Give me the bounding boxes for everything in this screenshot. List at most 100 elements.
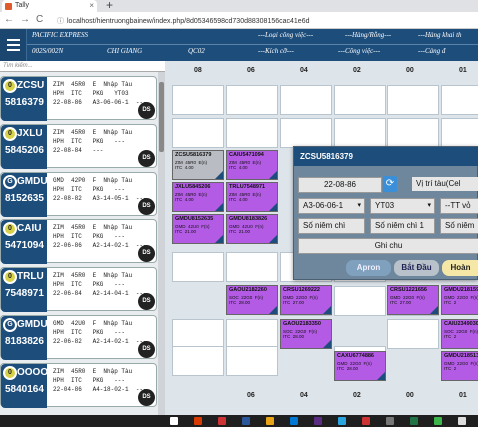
empty-slot[interactable]	[226, 252, 278, 282]
empty-slot[interactable]	[334, 85, 386, 115]
date-field[interactable]: 22-08-86	[298, 177, 382, 193]
empty-slot[interactable]	[172, 346, 224, 376]
container-bay[interactable]: CAIU5471094 ZIM 45R0 E(n) ITC 4.00	[226, 150, 278, 180]
taskbar-app-icon[interactable]	[242, 417, 250, 425]
container-bay[interactable]: GAOU2183350 SOC 22G0 F(n) ITC 28.00	[280, 319, 332, 349]
tab-close-icon[interactable]: ×	[89, 0, 94, 12]
taskbar-app-icon[interactable]	[434, 417, 442, 425]
cargo-type-select[interactable]: ---Hàng/Rỗng---	[345, 31, 391, 39]
discharge-badge[interactable]: DS	[138, 389, 155, 406]
forward-icon[interactable]: →	[20, 14, 30, 25]
empty-slot[interactable]	[226, 118, 278, 148]
size-select[interactable]: ---Kích cỡ---	[258, 47, 294, 55]
container-card[interactable]: 0 CAIU 5471094 ZIM 45R0 E Nhập Tàu HPH I…	[0, 219, 157, 264]
seal-input-2[interactable]: Số niêm chì 1	[370, 218, 435, 234]
discharge-badge[interactable]: DS	[138, 293, 155, 310]
empty-slot[interactable]	[172, 252, 224, 282]
search-input[interactable]: Tìm kiếm...	[0, 61, 165, 72]
empty-slot[interactable]	[441, 85, 478, 115]
discharge-badge[interactable]: DS	[138, 102, 155, 119]
empty-slot[interactable]	[441, 118, 478, 148]
container-card[interactable]: 0 ZCSU 5816379 ZIM 45R0 E Nhập Tàu HPH I…	[0, 76, 157, 121]
empty-slot[interactable]	[226, 319, 278, 349]
container-card[interactable]: G GMDU 8152635 GMD 42P0 F Nhập Tàu HPH I…	[0, 172, 157, 217]
job-select[interactable]: ---Công việc---	[338, 47, 380, 55]
empty-slot[interactable]	[387, 319, 439, 349]
card-line-2: HPH ITC PKG ---	[53, 377, 126, 384]
container-bay[interactable]: ZCSU5816379 ZIM 45R0 E(n) ITC 4.00	[172, 150, 224, 180]
discharge-badge[interactable]: DS	[138, 150, 155, 167]
taskbar-app-icon[interactable]	[458, 417, 466, 425]
start-button[interactable]: Bắt Đầu	[394, 260, 439, 276]
empty-slot[interactable]	[387, 118, 439, 148]
taskbar-app-icon[interactable]	[314, 417, 322, 425]
url-input[interactable]: ⓘ localhost/hientruongbainew/index.php/8d…	[57, 16, 309, 26]
bay-detail: ZIM 45R0 E(n) ITC 4.00	[175, 192, 208, 202]
bay-container-id: GMDU2185135	[444, 353, 478, 359]
container-bay[interactable]: GMDU8152635 GMD 42U0 F(n) ITC 21.00	[172, 214, 224, 244]
new-tab-button[interactable]: +	[106, 0, 113, 12]
taskbar-app-icon[interactable]	[362, 417, 370, 425]
empty-slot[interactable]	[334, 286, 386, 316]
refresh-icon[interactable]: ⟳	[383, 176, 397, 192]
empty-slot[interactable]	[226, 346, 278, 376]
container-bay[interactable]: GMDU2185135 GMD 22G0 F(n) ITC 2	[441, 351, 478, 381]
seal-input-1[interactable]: Số niêm chì	[298, 218, 365, 234]
container-bay[interactable]: TRLU7548971 ZIM 45R0 E(n) ITC 4.00	[226, 182, 278, 212]
container-bay[interactable]: CAXU6774886 GMD 22G0 F(n) ITC 28.00	[334, 351, 386, 381]
note-input[interactable]: Ghi chu	[298, 238, 478, 254]
sidebar-scrollbar[interactable]	[158, 72, 165, 415]
container-bay[interactable]: GAOU2182260 SOC 22G0 F(n) ITC 28.00	[226, 285, 278, 315]
empty-slot[interactable]	[334, 118, 386, 148]
container-bay[interactable]: GMDU8183826 GMD 42U0 F(n) ITC 21.00	[226, 214, 278, 244]
seal-input-3[interactable]: Số niêm	[440, 218, 478, 234]
column-header: 06	[247, 67, 255, 74]
taskbar-app-icon[interactable]	[338, 417, 346, 425]
taskbar-app-icon[interactable]	[410, 417, 418, 425]
container-bay[interactable]: GMDU2181591 GMD 22G0 F(n) ITC 2	[441, 285, 478, 315]
taskbar-app-icon[interactable]	[194, 417, 202, 425]
column-footer: 06	[247, 392, 255, 399]
empty-slot[interactable]	[280, 85, 332, 115]
discharge-badge[interactable]: DS	[138, 245, 155, 262]
container-id-block: 0 TRLU 7548971	[1, 268, 47, 312]
empty-slot[interactable]	[172, 118, 224, 148]
container-card[interactable]: G GMDU 8183826 GMD 42U0 F Nhập Tàu HPH I…	[0, 315, 157, 360]
reload-icon[interactable]: C	[36, 14, 43, 25]
discharge-badge[interactable]: DS	[138, 198, 155, 215]
bay-detail: GMD 22G0 F(n) ITC 2	[444, 361, 478, 371]
yard-select[interactable]: YT03	[370, 198, 435, 214]
taskbar-app-icon[interactable]	[266, 417, 274, 425]
container-bay[interactable]: CRSU1269222 GMD 22G0 F(n) ITC 27.00	[280, 285, 332, 315]
container-card[interactable]: 0 TRLU 7548971 ZIM 45R0 E Nhập Tàu HPH I…	[0, 267, 157, 312]
bay-container-id: GAOU2183350	[283, 321, 321, 327]
complete-button[interactable]: Hoàn	[442, 260, 478, 276]
scrollbar-thumb[interactable]	[159, 82, 164, 152]
empty-slot[interactable]	[280, 118, 332, 148]
container-bay[interactable]: JXLU5845206 ZIM 45R0 E(n) ITC 4.00	[172, 182, 224, 212]
port-select[interactable]: ---Cảng đ	[418, 47, 445, 55]
empty-slot[interactable]	[387, 85, 439, 115]
discharge-badge[interactable]: DS	[138, 341, 155, 358]
back-icon[interactable]: ←	[4, 14, 14, 25]
container-bay[interactable]: CRSU1221656 GMD 22G0 F(n) ITC 27.00	[387, 285, 439, 315]
taskbar-app-icon[interactable]	[290, 417, 298, 425]
container-card[interactable]: 0 JXLU 5845206 ZIM 45R0 E Nhập Tàu HPH I…	[0, 124, 157, 169]
empty-slot[interactable]	[226, 85, 278, 115]
browser-tab[interactable]: Tally ×	[2, 0, 97, 12]
container-card[interactable]: 0 OOOO 5840164 ZIM 45R0 E Nhập Tàu HPH I…	[0, 363, 157, 408]
taskbar-app-icon[interactable]	[170, 417, 178, 425]
empty-slot[interactable]	[172, 85, 224, 115]
bay-detail: GMD 42U0 F(n) ITC 21.00	[175, 224, 210, 234]
apron-button[interactable]: Apron	[346, 260, 391, 276]
taskbar-app-icon[interactable]	[386, 417, 394, 425]
operator-filter-select[interactable]: ---Hàng khai th	[418, 31, 462, 39]
location-select[interactable]: A3-06-06-1	[298, 198, 365, 214]
container-detail-popup: ZCSU5816379 22-08-86 ⟳ Vị trí tàu(Cel A3…	[293, 146, 478, 280]
empty-slot[interactable]	[172, 319, 224, 349]
taskbar-app-icon[interactable]	[218, 417, 226, 425]
hamburger-menu-button[interactable]	[0, 29, 27, 61]
container-bay[interactable]: CAIU2349030 SOC 22G0 F(n) ITC 2	[441, 319, 478, 349]
tt-select[interactable]: --TT vỏ	[440, 198, 478, 214]
job-type-select[interactable]: ---Loại công việc---	[258, 31, 313, 39]
